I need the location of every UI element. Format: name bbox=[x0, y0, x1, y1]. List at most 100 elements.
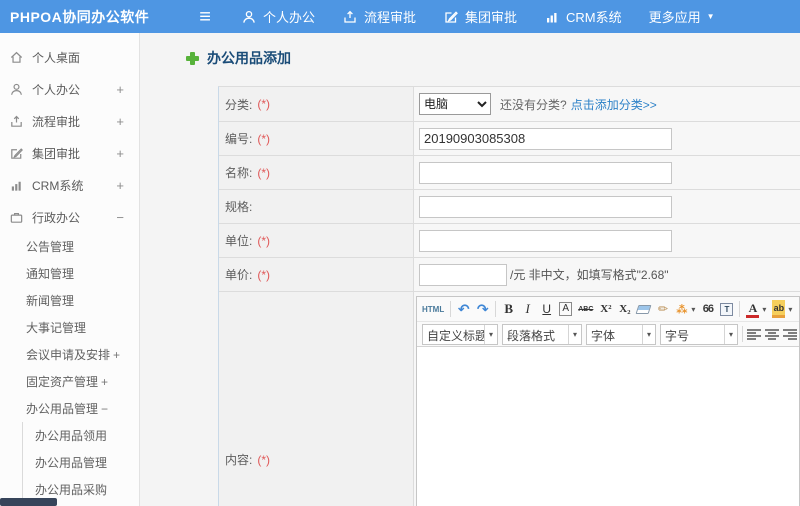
scrollbar-thumb[interactable] bbox=[0, 498, 57, 506]
name-input[interactable] bbox=[419, 161, 672, 184]
category-select[interactable]: 电脑 bbox=[419, 93, 491, 115]
upload-flow-icon bbox=[342, 9, 358, 25]
edit-icon bbox=[443, 9, 459, 25]
form-row-category: 分类: (*) 电脑 还没有分类? 点击添加分类>> bbox=[219, 87, 800, 122]
hamburger-icon[interactable]: ≡ bbox=[199, 7, 211, 27]
editor-content-area[interactable] bbox=[417, 347, 799, 506]
field-value-cell bbox=[414, 122, 800, 155]
nav-personal-office[interactable]: 个人办公 bbox=[241, 7, 315, 26]
sidebar-item-label: 个人桌面 bbox=[32, 50, 81, 65]
sidebar-subitem-news[interactable]: 新闻管理 bbox=[0, 287, 139, 314]
required-mark: (*) bbox=[257, 452, 271, 467]
dropdown-label: 自定义标题 bbox=[427, 328, 484, 343]
source-code-button[interactable]: HTML bbox=[422, 300, 444, 318]
caret-down-icon[interactable]: ▾ bbox=[762, 305, 766, 314]
main-content: 办公用品添加 分类: (*) 电脑 还没有分类? 点击添加分类>> 编号: (*… bbox=[141, 33, 800, 506]
required-mark: (*) bbox=[257, 267, 271, 282]
undo-icon[interactable]: ↶ bbox=[457, 300, 470, 318]
auto-typeset-icon[interactable]: ⁂ bbox=[675, 300, 688, 318]
sidebar-subitem-supplies-manage[interactable]: 办公用品管理 bbox=[23, 449, 139, 476]
sidebar-subitem-announcement[interactable]: 公告管理 bbox=[0, 233, 139, 260]
sidebar-subitem-supplies-claim[interactable]: 办公用品领用 bbox=[23, 422, 139, 449]
paste-plain-icon[interactable]: T bbox=[720, 302, 734, 316]
eraser-icon[interactable] bbox=[635, 300, 652, 318]
sidebar-item-workflow-approval[interactable]: 流程审批 + bbox=[0, 105, 139, 137]
upload-flow-icon bbox=[9, 114, 24, 129]
content-label: 内容: bbox=[225, 453, 253, 467]
edit-icon bbox=[9, 146, 24, 161]
nav-workflow-approval[interactable]: 流程审批 bbox=[342, 7, 416, 26]
expander-plus[interactable]: + bbox=[116, 178, 139, 193]
field-label-cell: 编号: (*) bbox=[219, 122, 414, 155]
align-right-icon[interactable] bbox=[783, 328, 797, 340]
bar-chart-icon bbox=[544, 9, 560, 25]
expander-minus[interactable]: − bbox=[116, 210, 139, 225]
redo-icon[interactable]: ↷ bbox=[476, 300, 489, 318]
align-left-icon[interactable] bbox=[747, 328, 761, 340]
paragraph-format-dropdown[interactable]: 段落格式 ▾ bbox=[502, 323, 582, 345]
font-border-button[interactable]: A bbox=[559, 302, 573, 316]
sidebar-item-group-approval[interactable]: 集团审批 + bbox=[0, 137, 139, 169]
app-brand: PHPOA协同办公软件 bbox=[10, 8, 150, 25]
blockquote-button[interactable]: 66 bbox=[701, 300, 714, 318]
superscript-button[interactable]: X² bbox=[599, 300, 612, 318]
nav-label: 流程审批 bbox=[363, 10, 416, 25]
field-label-cell: 单价: (*) bbox=[219, 258, 414, 291]
custom-title-dropdown[interactable]: 自定义标题 ▾ bbox=[422, 323, 498, 345]
sidebar-item-personal-office[interactable]: 个人办公 + bbox=[0, 73, 139, 105]
no-category-hint: 还没有分类? bbox=[500, 97, 567, 112]
bold-button[interactable]: B bbox=[502, 300, 515, 318]
italic-button[interactable]: I bbox=[521, 300, 534, 318]
price-input[interactable] bbox=[419, 263, 507, 286]
toolbar-separator bbox=[739, 301, 741, 317]
subscript-button[interactable]: X₂ bbox=[618, 300, 631, 318]
toolbar-separator bbox=[495, 301, 497, 317]
subitem-label: 固定资产管理 bbox=[26, 375, 99, 389]
nav-group-approval[interactable]: 集团审批 bbox=[443, 7, 517, 26]
align-center-icon[interactable] bbox=[765, 328, 779, 340]
expander-plus[interactable]: + bbox=[116, 82, 139, 97]
font-size-dropdown[interactable]: 字号 ▾ bbox=[660, 323, 738, 345]
sidebar-item-label: 集团审批 bbox=[32, 146, 81, 161]
required-mark: (*) bbox=[257, 165, 271, 180]
strikethrough-button[interactable]: ABC bbox=[578, 300, 593, 318]
expander-plus[interactable]: + bbox=[113, 348, 120, 362]
format-brush-icon[interactable]: ✏ bbox=[656, 300, 669, 318]
dropdown-label: 字号 bbox=[665, 328, 690, 343]
sidebar-subitem-office-supplies[interactable]: 办公用品管理 − bbox=[0, 395, 139, 422]
caret-down-icon[interactable]: ▾ bbox=[691, 305, 695, 314]
underline-button[interactable]: U bbox=[540, 300, 553, 318]
caret-down-icon[interactable]: ▾ bbox=[788, 305, 792, 314]
expander-plus[interactable]: + bbox=[116, 146, 139, 161]
sidebar-item-desktop[interactable]: 个人桌面 bbox=[0, 41, 139, 73]
code-label: 编号: bbox=[225, 132, 253, 146]
field-label-cell: 单位: (*) bbox=[219, 224, 414, 257]
field-value-cell bbox=[414, 156, 800, 189]
highlight-color-button[interactable]: ab bbox=[772, 300, 786, 318]
unit-input[interactable] bbox=[419, 229, 672, 252]
briefcase-icon bbox=[9, 210, 24, 225]
subitem-label: 会议申请及安排 bbox=[26, 348, 111, 362]
nav-more-apps[interactable]: 更多应用 ▼ bbox=[649, 7, 715, 26]
nav-crm[interactable]: CRM系统 bbox=[544, 7, 622, 26]
sidebar-subitem-notice[interactable]: 通知管理 bbox=[0, 260, 139, 287]
field-value-cell: HTML ↶ ↷ B I U A ABC X² X₂ ✏ ⁂ ▾ 66 T A … bbox=[414, 292, 800, 506]
sidebar-item-crm[interactable]: CRM系统 + bbox=[0, 169, 139, 201]
sidebar-item-admin-office[interactable]: 行政办公 − bbox=[0, 201, 139, 233]
sidebar-subitem-memorabilia[interactable]: 大事记管理 bbox=[0, 314, 139, 341]
caret-down-icon: ▾ bbox=[724, 324, 737, 344]
sidebar-sub-submenu: 办公用品领用 办公用品管理 办公用品采购 bbox=[22, 422, 139, 503]
code-input[interactable] bbox=[419, 127, 672, 150]
sidebar-item-label: 行政办公 bbox=[32, 210, 81, 225]
expander-minus[interactable]: − bbox=[101, 402, 108, 416]
spec-input[interactable] bbox=[419, 195, 672, 218]
sidebar-subitem-meeting[interactable]: 会议申请及安排 + bbox=[0, 341, 139, 368]
subitem-label: 办公用品领用 bbox=[35, 429, 108, 443]
sidebar-subitem-fixed-assets[interactable]: 固定资产管理 + bbox=[0, 368, 139, 395]
expander-plus[interactable]: + bbox=[101, 375, 108, 389]
expander-plus[interactable]: + bbox=[116, 114, 139, 129]
font-family-dropdown[interactable]: 字体 ▾ bbox=[586, 323, 656, 345]
field-label-cell: 分类: (*) bbox=[219, 87, 414, 121]
font-color-button[interactable]: A bbox=[746, 300, 760, 318]
add-category-link[interactable]: 点击添加分类>> bbox=[571, 96, 657, 113]
